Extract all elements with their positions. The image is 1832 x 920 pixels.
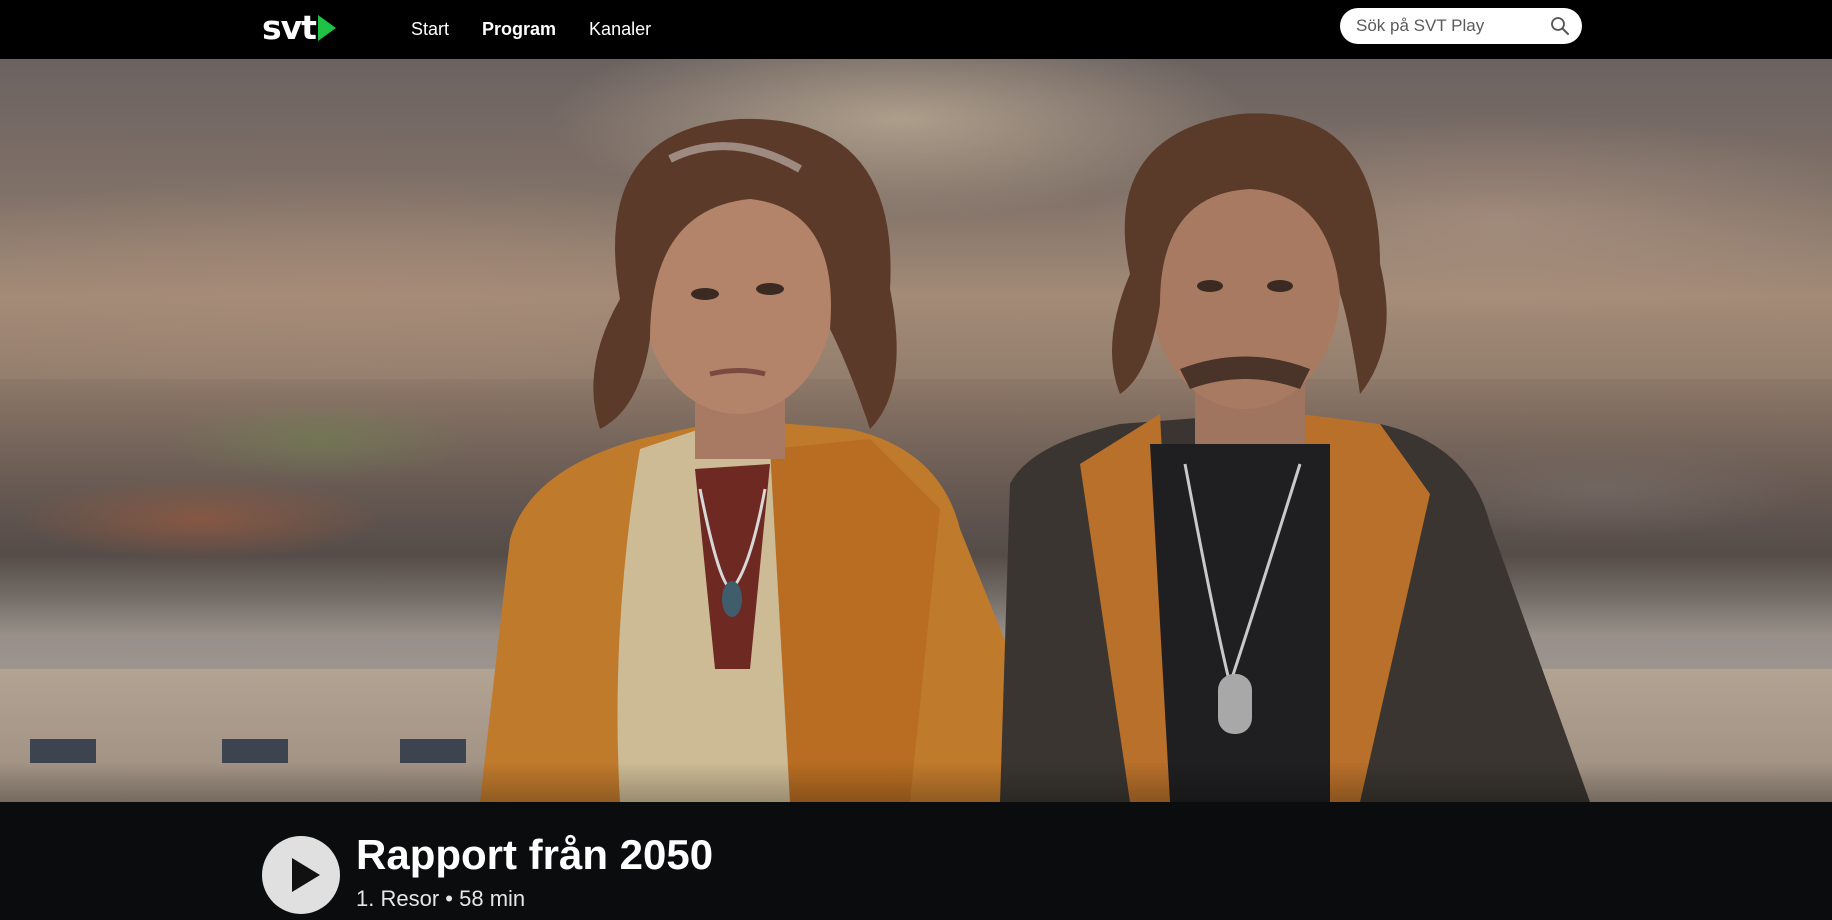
hero-figure-woman [480, 118, 1070, 802]
play-button[interactable] [262, 836, 340, 914]
episode-name: 1. Resor [356, 886, 440, 911]
program-title[interactable]: Rapport från 2050 [356, 831, 713, 878]
play-icon [292, 858, 320, 892]
episode-meta: 1. Resor • 58 min [356, 886, 525, 912]
main-nav: Start Program Kanaler [411, 0, 684, 59]
hero-fade [0, 762, 1832, 802]
hero-window [400, 739, 466, 763]
meta-separator: • [445, 886, 453, 911]
hero-figure-man [1000, 113, 1590, 802]
top-navigation: svt Start Program Kanaler [0, 0, 1832, 59]
logo-text: svt [262, 7, 317, 47]
nav-item-start[interactable]: Start [411, 19, 449, 40]
search-input[interactable] [1356, 16, 1546, 36]
play-triangle-icon [317, 15, 336, 41]
nav-item-kanaler[interactable]: Kanaler [589, 19, 651, 40]
nav-item-program[interactable]: Program [482, 19, 556, 40]
hero-window [30, 739, 96, 763]
episode-duration: 58 min [459, 886, 526, 911]
search-icon[interactable] [1550, 16, 1570, 36]
hero-window [222, 739, 288, 763]
program-hero-image[interactable] [0, 59, 1832, 802]
svt-play-logo[interactable]: svt [262, 7, 336, 47]
search-box[interactable] [1340, 8, 1582, 44]
